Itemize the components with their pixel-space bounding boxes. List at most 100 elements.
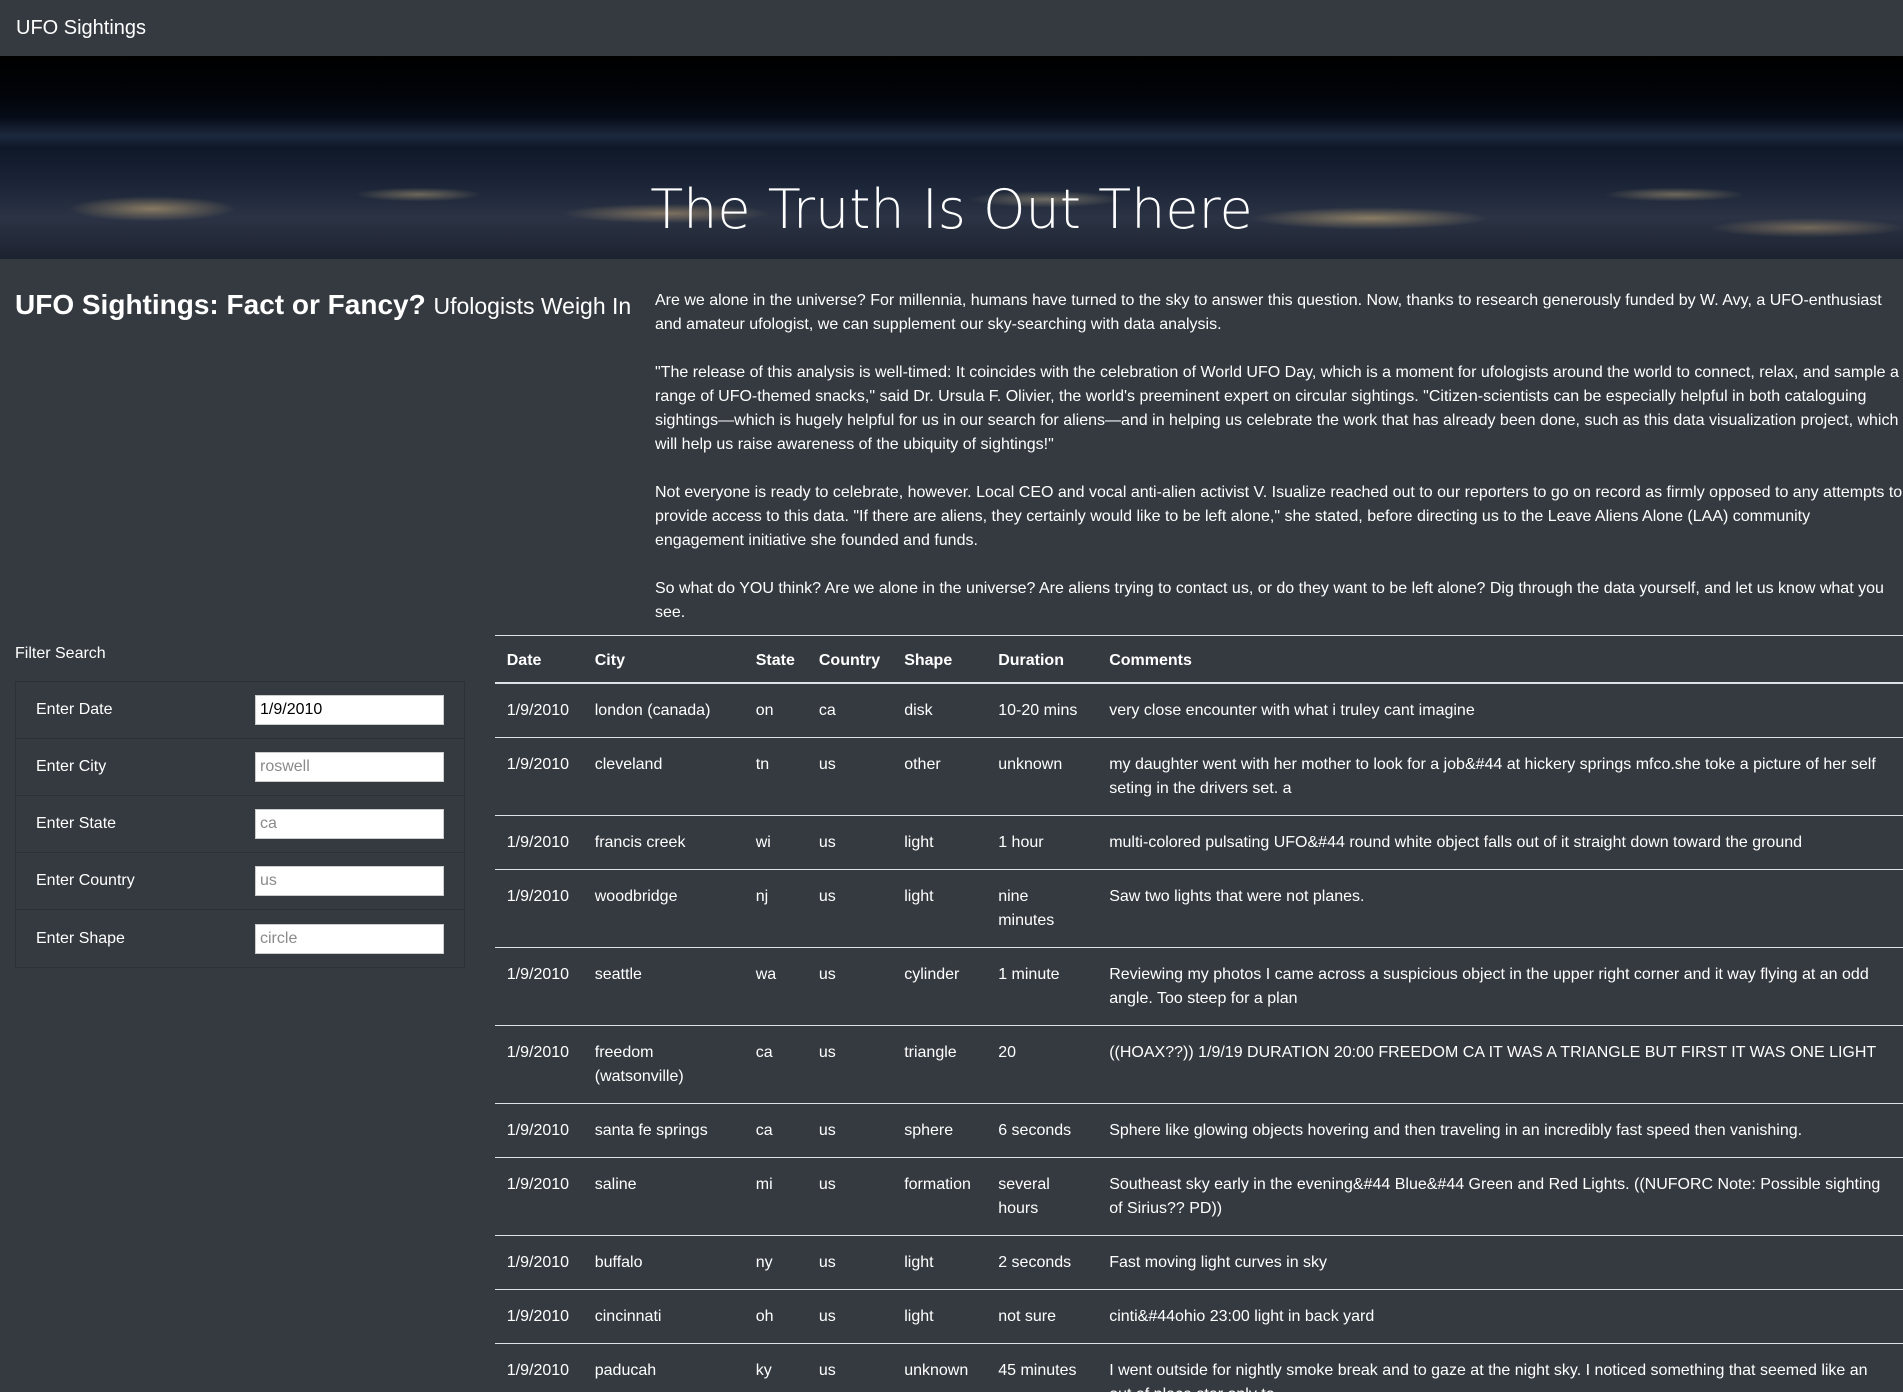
- cell-state: on: [743, 682, 807, 738]
- cell-country: us: [806, 1235, 893, 1290]
- cell-country: ca: [806, 682, 893, 738]
- cell-duration: several hours: [986, 1157, 1098, 1236]
- cell-comments: Reviewing my photos I came across a susp…: [1097, 947, 1903, 1026]
- cell-city: cincinnati: [582, 1289, 744, 1344]
- filter-list: Enter Date Enter City Enter State Enter …: [15, 681, 465, 968]
- cell-shape: triangle: [892, 1025, 987, 1104]
- country-input[interactable]: [255, 866, 444, 896]
- cell-shape: light: [892, 869, 987, 948]
- hero-banner: The Truth Is Out There: [0, 56, 1903, 259]
- cell-state: ca: [743, 1025, 807, 1104]
- cell-duration: 2 seconds: [986, 1235, 1098, 1290]
- cell-duration: 1 minute: [986, 947, 1098, 1026]
- article-paragraph: Not everyone is ready to celebrate, howe…: [655, 484, 1903, 549]
- filter-panel: Filter Search Enter Date Enter City Ente…: [15, 635, 495, 1392]
- table-row: 1/9/2010 freedom (watsonville) ca us triangl…: [494, 1025, 1903, 1104]
- cell-shape: unknown: [892, 1343, 987, 1392]
- date-input[interactable]: [255, 695, 444, 725]
- date-label: Enter Date: [36, 701, 113, 718]
- cell-state: nj: [743, 869, 807, 948]
- intro-section: UFO Sightings: Fact or Fancy? Ufologists…: [0, 259, 1903, 635]
- cell-duration: unknown: [986, 737, 1098, 816]
- cell-duration: 1 hour: [986, 815, 1098, 870]
- table-row: 1/9/2010 buffalo ny us light 2 seconds Fast mo…: [494, 1235, 1903, 1290]
- column-header-country: Country: [806, 635, 893, 684]
- column-header-city: City: [582, 635, 744, 684]
- city-input[interactable]: [255, 752, 444, 782]
- cell-shape: formation: [892, 1157, 987, 1236]
- cell-shape: other: [892, 737, 987, 816]
- filter-item-city: Enter City: [16, 739, 464, 796]
- cell-city: london (canada): [582, 682, 744, 738]
- cell-state: ny: [743, 1235, 807, 1290]
- table-header: Date City State Country Shape Duration C…: [494, 635, 1903, 684]
- cell-city: buffalo: [582, 1235, 744, 1290]
- navbar-brand-link[interactable]: UFO Sightings: [16, 17, 146, 40]
- country-label: Enter Country: [36, 872, 135, 889]
- article-body: Are we alone in the universe? For millen…: [655, 259, 1903, 635]
- cell-comments: Fast moving light curves in sky: [1097, 1235, 1903, 1290]
- cell-comments: my daughter went with her mother to look…: [1097, 737, 1903, 816]
- cell-date: 1/9/2010: [494, 947, 583, 1026]
- cell-city: seattle: [582, 947, 744, 1026]
- cell-duration: 10-20 mins: [986, 682, 1098, 738]
- cell-duration: nine minutes: [986, 869, 1098, 948]
- cell-date: 1/9/2010: [494, 1157, 583, 1236]
- cell-comments: ((HOAX??)) 1/9/19 DURATION 20:00 FREEDOM…: [1097, 1025, 1903, 1104]
- cell-date: 1/9/2010: [494, 1025, 583, 1104]
- table-row: 1/9/2010 cleveland tn us other unknown my daug…: [494, 737, 1903, 816]
- cell-duration: 20: [986, 1025, 1098, 1104]
- cell-comments: cinti&#44ohio 23:00 light in back yard: [1097, 1289, 1903, 1344]
- cell-city: francis creek: [582, 815, 744, 870]
- intro-heading-column: UFO Sightings: Fact or Fancy? Ufologists…: [15, 259, 655, 635]
- table-row: 1/9/2010 saline mi us formation several hours…: [494, 1157, 1903, 1236]
- cell-duration: not sure: [986, 1289, 1098, 1344]
- cell-shape: light: [892, 1235, 987, 1290]
- table-row: 1/9/2010 london (canada) on ca disk 10-20 min…: [494, 682, 1903, 738]
- cell-comments: very close encounter with what i truley …: [1097, 682, 1903, 738]
- ufo-table: Date City State Country Shape Duration C…: [494, 635, 1903, 1392]
- state-label: Enter State: [36, 815, 117, 832]
- cell-date: 1/9/2010: [494, 1343, 583, 1392]
- filter-item-date: Enter Date: [16, 682, 464, 739]
- cell-city: santa fe springs: [582, 1103, 744, 1158]
- cell-comments: Southeast sky early in the evening&#44 B…: [1097, 1157, 1903, 1236]
- cell-date: 1/9/2010: [494, 815, 583, 870]
- table-row: 1/9/2010 santa fe springs ca us sphere 6 seco…: [494, 1103, 1903, 1158]
- shape-input[interactable]: [255, 923, 444, 954]
- cell-city: freedom (watsonville): [582, 1025, 744, 1104]
- cell-state: tn: [743, 737, 807, 816]
- cell-country: us: [806, 947, 893, 1026]
- filter-item-state: Enter State: [16, 796, 464, 853]
- state-input[interactable]: [255, 809, 444, 839]
- cell-date: 1/9/2010: [494, 682, 583, 738]
- cell-comments: multi-colored pulsating UFO&#44 round wh…: [1097, 815, 1903, 870]
- filter-item-shape: Enter Shape: [16, 910, 464, 967]
- filter-item-country: Enter Country: [16, 853, 464, 910]
- column-header-duration: Duration: [986, 635, 1098, 684]
- cell-state: ca: [743, 1103, 807, 1158]
- article-title: UFO Sightings: Fact or Fancy?: [15, 289, 426, 320]
- cell-duration: 6 seconds: [986, 1103, 1098, 1158]
- article-paragraph: Are we alone in the universe? For millen…: [655, 292, 1882, 333]
- cell-duration: 45 minutes: [986, 1343, 1098, 1392]
- ufo-table-container: Date City State Country Shape Duration C…: [494, 635, 1903, 1392]
- cell-city: paducah: [582, 1343, 744, 1392]
- navbar: UFO Sightings: [0, 0, 1903, 56]
- cell-shape: light: [892, 1289, 987, 1344]
- cell-country: us: [806, 815, 893, 870]
- main-section: Filter Search Enter Date Enter City Ente…: [0, 635, 1903, 1392]
- cell-country: us: [806, 869, 893, 948]
- table-row: 1/9/2010 woodbridge nj us light nine minutes S…: [494, 869, 1903, 948]
- table-body: 1/9/2010 london (canada) on ca disk 10-20 min…: [494, 682, 1903, 1392]
- article-paragraph: "The release of this analysis is well-ti…: [655, 364, 1899, 453]
- city-label: Enter City: [36, 758, 107, 775]
- cell-city: woodbridge: [582, 869, 744, 948]
- cell-state: wa: [743, 947, 807, 1026]
- cell-date: 1/9/2010: [494, 1235, 583, 1290]
- cell-country: us: [806, 737, 893, 816]
- article-heading: UFO Sightings: Fact or Fancy? Ufologists…: [15, 289, 655, 321]
- cell-comments: Saw two lights that were not planes.: [1097, 869, 1903, 948]
- cell-state: wi: [743, 815, 807, 870]
- cell-city: saline: [582, 1157, 744, 1236]
